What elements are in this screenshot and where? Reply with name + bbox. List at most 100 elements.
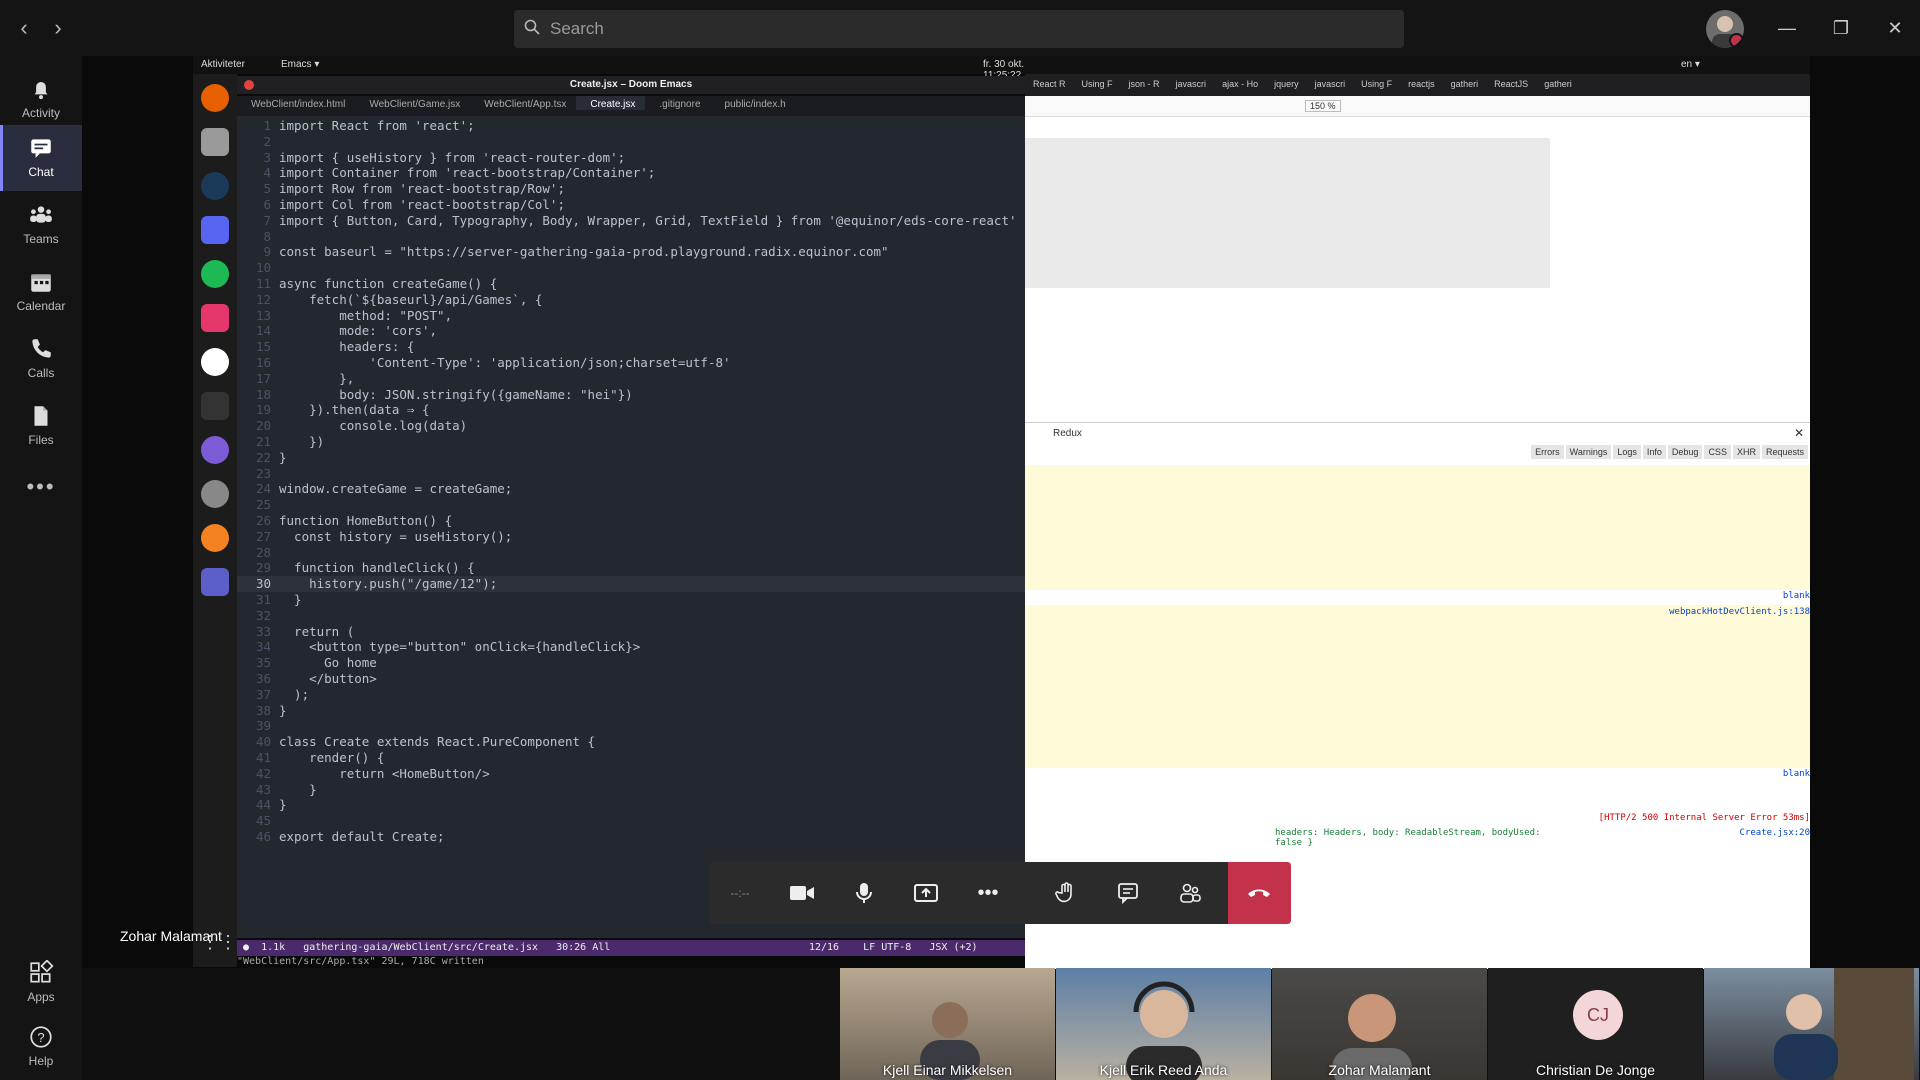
minimize-icon[interactable]: — <box>1772 14 1802 42</box>
browser-tab[interactable]: ajax - Ho <box>1214 74 1266 89</box>
code-line[interactable]: 14 mode: 'cors', <box>237 323 1025 339</box>
browser-tab[interactable]: ReactJS <box>1486 74 1536 89</box>
browser-tab[interactable]: jquery <box>1266 74 1307 89</box>
code-line[interactable]: 10 <box>237 260 1025 276</box>
editor-tab-active[interactable]: Create.jsx <box>576 96 646 110</box>
code-line[interactable]: 27 const history = useHistory(); <box>237 529 1025 545</box>
code-line[interactable]: 29 function handleClick() { <box>237 560 1025 576</box>
browser-tab[interactable]: gatheri <box>1536 74 1580 89</box>
devtools-close-icon[interactable]: ✕ <box>1794 426 1804 440</box>
code-line[interactable]: 41 render() { <box>237 750 1025 766</box>
zoom-level[interactable]: 150 % <box>1305 100 1341 112</box>
code-line[interactable]: 18 body: JSON.stringify({gameName: "hei"… <box>237 387 1025 403</box>
code-line[interactable]: 9 const baseurl = "https://server-gatheri… <box>237 244 1025 260</box>
code-line[interactable]: 3 import { useHistory } from 'react-route… <box>237 150 1025 166</box>
editor-tab[interactable]: WebClient/Game.jsx <box>355 96 470 110</box>
share-button[interactable] <box>895 862 957 924</box>
rail-item-chat[interactable]: Chat <box>0 125 82 191</box>
search-input[interactable]: Search <box>514 10 1404 48</box>
participant-tile[interactable] <box>1704 968 1919 1080</box>
browser-tab[interactable]: Using F <box>1074 74 1121 89</box>
console-filter-button[interactable]: Debug <box>1667 445 1703 459</box>
code-line[interactable]: 22} <box>237 450 1025 466</box>
browser-tab[interactable]: javascri <box>1307 74 1354 89</box>
code-line[interactable]: 43 } <box>237 782 1025 798</box>
code-line[interactable]: 6 import Col from 'react-bootstrap/Col'; <box>237 197 1025 213</box>
code-line[interactable]: 12 fetch(`${baseurl}/api/Games`, { <box>237 292 1025 308</box>
console-filter-button[interactable]: CSS <box>1704 445 1731 459</box>
code-line[interactable]: 2 <box>237 134 1025 150</box>
browser-tab[interactable]: javascri <box>1168 74 1215 89</box>
console-filter-button[interactable]: Errors <box>1531 445 1564 459</box>
participant-tile[interactable]: Kjell Einar Mikkelsen <box>840 968 1055 1080</box>
code-line[interactable]: 34 <button type="button" onClick={handle… <box>237 639 1025 655</box>
code-line[interactable]: 25 <box>237 497 1025 513</box>
code-line[interactable]: 8 <box>237 229 1025 245</box>
code-line[interactable]: 42 return <HomeButton/> <box>237 766 1025 782</box>
code-line[interactable]: 33 return ( <box>237 624 1025 640</box>
browser-tab[interactable]: React R <box>1025 74 1074 89</box>
code-line[interactable]: 32 <box>237 608 1025 624</box>
code-line[interactable]: 40 class Create extends React.PureCompone… <box>237 734 1025 750</box>
code-line[interactable]: 1 import React from 'react'; <box>237 118 1025 134</box>
code-line[interactable]: 31 } <box>237 592 1025 608</box>
code-line[interactable]: 13 method: "POST", <box>237 308 1025 324</box>
back-arrow-icon[interactable]: ‹ <box>12 14 36 42</box>
code-line[interactable]: 37 ); <box>237 687 1025 703</box>
code-line[interactable]: 46 export default Create; <box>237 829 1025 845</box>
console-source-link[interactable]: blank <box>1025 769 1810 779</box>
more-apps-button[interactable]: ••• <box>0 460 82 526</box>
leave-call-button[interactable] <box>1228 862 1291 924</box>
console-filter-button[interactable]: Warnings <box>1565 445 1612 459</box>
code-line[interactable]: 5 import Row from 'react-bootstrap/Row'; <box>237 181 1025 197</box>
profile-avatar[interactable] <box>1706 10 1744 48</box>
console-source-link[interactable]: blank <box>1025 591 1810 601</box>
code-line[interactable]: 24 window.createGame = createGame; <box>237 481 1025 497</box>
code-line[interactable]: 28 <box>237 545 1025 561</box>
code-line[interactable]: 21 }) <box>237 434 1025 450</box>
editor-tab[interactable]: public/index.h <box>711 96 796 110</box>
editor-tab[interactable]: WebClient/App.tsx <box>470 96 576 110</box>
browser-tab[interactable]: gatheri <box>1443 74 1487 89</box>
code-line[interactable]: 16 'Content-Type': 'application/json;cha… <box>237 355 1025 371</box>
code-line[interactable]: 11 async function createGame() { <box>237 276 1025 292</box>
code-editor[interactable]: 1 import React from 'react'; 2 3 import { us… <box>237 116 1025 938</box>
rail-item-files[interactable]: Files <box>0 393 82 459</box>
code-line[interactable]: 7 import { Button, Card, Typography, Body… <box>237 213 1025 229</box>
code-line[interactable]: 44} <box>237 797 1025 813</box>
participant-tile[interactable]: CJ Christian De Jonge <box>1488 968 1703 1080</box>
mic-button[interactable] <box>833 862 895 924</box>
close-icon[interactable]: ✕ <box>1880 14 1910 42</box>
console-source-link[interactable]: Create.jsx:20 <box>1025 828 1810 838</box>
camera-button[interactable] <box>771 862 833 924</box>
console-filter-button[interactable]: Requests <box>1761 445 1808 459</box>
code-line[interactable]: 36 </button> <box>237 671 1025 687</box>
devtools-panel-title[interactable]: Redux <box>1053 428 1082 439</box>
chat-button[interactable] <box>1097 862 1159 924</box>
raise-hand-button[interactable] <box>1035 862 1097 924</box>
code-line[interactable]: 35 Go home <box>237 655 1025 671</box>
restore-icon[interactable]: ❐ <box>1826 14 1856 42</box>
rail-item-activity[interactable]: Activity <box>0 66 82 132</box>
participant-tile[interactable]: Zohar Malamant <box>1272 968 1487 1080</box>
browser-tab[interactable]: Using F <box>1353 74 1400 89</box>
console-source-link[interactable]: webpackHotDevClient.js:138 <box>1025 607 1810 617</box>
rail-item-calendar[interactable]: Calendar <box>0 259 82 325</box>
code-line[interactable]: 17 }, <box>237 371 1025 387</box>
code-line[interactable]: 23 <box>237 466 1025 482</box>
code-line[interactable]: 15 headers: { <box>237 339 1025 355</box>
rail-item-calls[interactable]: Calls <box>0 326 82 392</box>
participants-button[interactable] <box>1159 862 1221 924</box>
code-line[interactable]: 38} <box>237 703 1025 719</box>
forward-arrow-icon[interactable]: › <box>46 14 70 42</box>
rail-item-teams[interactable]: Teams <box>0 192 82 258</box>
more-actions-button[interactable]: ••• <box>957 862 1019 924</box>
console-filter-button[interactable]: Info <box>1642 445 1666 459</box>
console-filter-button[interactable]: XHR <box>1732 445 1760 459</box>
browser-tab[interactable]: json - R <box>1121 74 1168 89</box>
code-line[interactable]: 4 import Container from 'react-bootstrap/… <box>237 165 1025 181</box>
editor-tab[interactable]: WebClient/index.html <box>237 96 355 110</box>
emacs-close-icon[interactable] <box>244 80 254 90</box>
code-line[interactable]: 30 history.push("/game/12"); <box>237 576 1025 593</box>
code-line[interactable]: 39 <box>237 718 1025 734</box>
